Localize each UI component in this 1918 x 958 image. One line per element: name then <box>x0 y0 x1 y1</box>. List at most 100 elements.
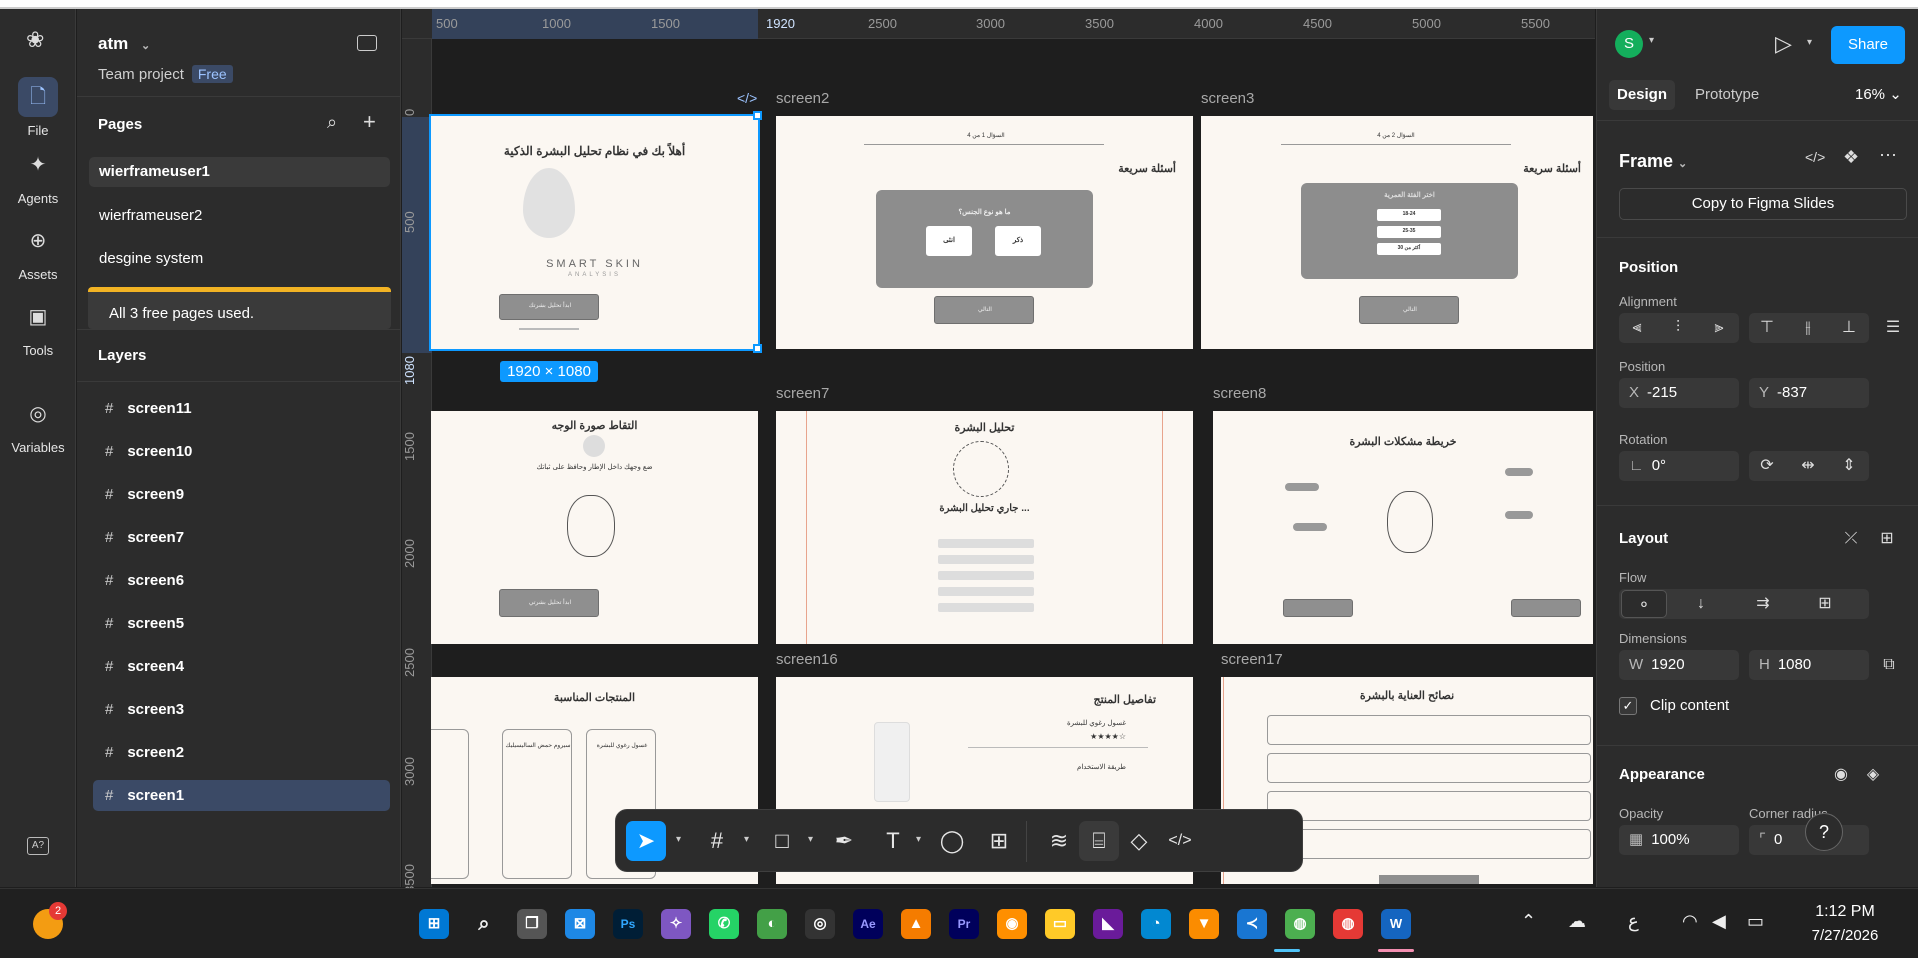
frame-label-screen3[interactable]: screen3 <box>1201 90 1254 107</box>
language-indicator[interactable]: ع <box>1628 911 1639 932</box>
layer-item[interactable]: # screen9 <box>93 479 390 510</box>
help-button[interactable]: ? <box>1805 813 1843 851</box>
after-effects-icon[interactable]: Ae <box>853 909 883 939</box>
brave-icon[interactable]: ▼ <box>1189 909 1219 939</box>
sidebar-toggle-icon[interactable] <box>357 35 377 51</box>
word-icon[interactable]: W <box>1381 909 1411 939</box>
dev-mode-tool-icon[interactable]: ⌸ <box>1079 821 1119 861</box>
layer-item[interactable]: # screen7 <box>93 522 390 553</box>
collapse-icon[interactable]: ⤫ <box>1835 524 1867 554</box>
frame-label-screen7[interactable]: screen7 <box>776 385 829 402</box>
page-item[interactable]: wierframeuser2 <box>89 201 390 231</box>
height-field[interactable]: H 1080 <box>1749 650 1869 680</box>
layer-item[interactable]: # screen5 <box>93 608 390 639</box>
actions-tool-icon[interactable]: ⊞ <box>979 821 1019 861</box>
frame-screen1[interactable]: أهلاً بك في نظام تحليل البشرة الذكية SMA… <box>429 114 760 351</box>
align-bottom-icon[interactable]: ⊥ <box>1833 313 1865 343</box>
align-center-h-icon[interactable]: ⫶ <box>1662 313 1694 343</box>
blender-icon[interactable]: ◉ <box>997 909 1027 939</box>
rail-variables[interactable]: ◎ Variables <box>0 394 76 455</box>
chevron-down-icon[interactable]: ▾ <box>1649 35 1654 46</box>
chevron-down-icon[interactable]: ▾ <box>1807 37 1812 48</box>
frame-screen2[interactable]: السؤال 1 من 4 أسئلة سريعة ما هو نوع الجن… <box>776 116 1193 349</box>
share-button[interactable]: Share <box>1831 26 1905 64</box>
search-icon[interactable]: ⌕ <box>327 112 337 133</box>
width-field[interactable]: W 1920 <box>1619 650 1739 680</box>
frame-label-screen17[interactable]: screen17 <box>1221 651 1283 668</box>
whatsapp-icon[interactable]: ✆ <box>709 909 739 939</box>
frame-label-screen2[interactable]: screen2 <box>776 90 829 107</box>
frame-face-capture[interactable]: التقاط صورة الوجه ضع وجهك داخل الإطار وح… <box>431 411 758 644</box>
flip-horizontal-icon[interactable]: ⇹ <box>1792 451 1824 481</box>
tab-design[interactable]: Design <box>1609 80 1675 110</box>
comment-tool-icon[interactable]: ◯ <box>932 821 972 861</box>
obs-icon[interactable]: ◎ <box>805 909 835 939</box>
constrain-proportions-icon[interactable]: ⧉ <box>1873 650 1905 680</box>
rail-file[interactable]: 🗋 File <box>0 77 76 138</box>
copy-to-slides-button[interactable]: Copy to Figma Slides <box>1619 188 1907 220</box>
layer-item[interactable]: # screen3 <box>93 694 390 725</box>
chevron-down-icon[interactable]: ▾ <box>744 834 749 845</box>
store-icon[interactable]: ⊠ <box>565 909 595 939</box>
rail-assets[interactable]: ⊕ Assets <box>0 221 76 282</box>
battery-icon[interactable]: ▭ <box>1747 911 1764 932</box>
page-item[interactable]: desgine system <box>89 244 390 274</box>
volume-icon[interactable]: ◀ <box>1712 911 1726 932</box>
x-position-field[interactable]: X -215 <box>1619 378 1739 408</box>
flip-vertical-icon[interactable]: ⇕ <box>1833 451 1865 481</box>
align-center-v-icon[interactable]: ⫲ <box>1792 313 1824 343</box>
chevron-down-icon[interactable]: ▾ <box>808 834 813 845</box>
project-name[interactable]: atm ⌄ <box>98 34 150 54</box>
layer-item-selected[interactable]: # screen1 <box>93 780 390 811</box>
chevron-down-icon[interactable]: ▾ <box>916 834 921 845</box>
rail-agents[interactable]: ✦ Agents <box>0 145 76 206</box>
more-options-icon[interactable]: ⋯ <box>1879 145 1897 166</box>
text-tool-icon[interactable]: T <box>873 821 913 861</box>
flow-grid-icon[interactable]: ⊞ <box>1809 589 1841 619</box>
clock-time[interactable]: 1:12 PM <box>1790 903 1900 921</box>
frame-screen3[interactable]: السؤال 2 من 4 أسئلة سريعة اختر الفئة الع… <box>1201 116 1593 349</box>
avatar[interactable]: S <box>1615 30 1643 58</box>
y-position-field[interactable]: Y -837 <box>1749 378 1869 408</box>
code-tool-icon[interactable]: </> <box>1160 821 1200 861</box>
page-item[interactable]: wierframeuser1 <box>89 157 390 187</box>
frame-label-screen16[interactable]: screen16 <box>776 651 838 668</box>
visual-studio-icon[interactable]: ◣ <box>1093 909 1123 939</box>
flow-freeform-icon[interactable]: ⚬ <box>1621 590 1667 618</box>
draw-tool-icon[interactable]: ≋ <box>1039 821 1079 861</box>
component-icon[interactable]: ❖ <box>1843 147 1859 168</box>
premiere-icon[interactable]: Pr <box>949 909 979 939</box>
vscode-icon[interactable]: ≺ <box>1237 909 1267 939</box>
layer-item[interactable]: # screen4 <box>93 651 390 682</box>
code-icon[interactable]: </> <box>1805 149 1825 165</box>
align-top-icon[interactable]: ⊤ <box>1751 313 1783 343</box>
tab-prototype[interactable]: Prototype <box>1695 80 1759 110</box>
pen-tool-icon[interactable]: ✒ <box>824 821 864 861</box>
rotate-icon[interactable]: ⟳ <box>1751 451 1783 481</box>
flow-vertical-icon[interactable]: ↓ <box>1685 589 1717 619</box>
opacity-field[interactable]: ▦ 100% <box>1619 825 1739 855</box>
chevron-up-icon[interactable]: ⌃ <box>1521 911 1536 932</box>
align-right-icon[interactable]: ⫸ <box>1703 313 1735 343</box>
clip-content-checkbox[interactable]: ✓ <box>1619 697 1637 715</box>
edge-icon[interactable]: ◔ <box>1141 909 1171 939</box>
zoom-level[interactable]: 16% ⌄ <box>1855 80 1902 110</box>
copilot-icon[interactable]: ✧ <box>661 909 691 939</box>
translate-icon[interactable]: A? <box>27 837 49 855</box>
layer-item[interactable]: # screen2 <box>93 737 390 768</box>
frame-screen8[interactable]: خريطة مشكلات البشرة <box>1213 411 1593 644</box>
frame-screen7[interactable]: تحليل البشرة جاري تحليل البشرة ... <box>776 411 1193 644</box>
resize-handle[interactable] <box>753 111 762 120</box>
rectangle-tool-icon[interactable]: □ <box>762 821 802 861</box>
resize-handle[interactable] <box>753 344 762 353</box>
explorer-icon[interactable]: ▭ <box>1045 909 1075 939</box>
move-tool-icon[interactable]: ➤ <box>626 821 666 861</box>
frame-label-screen8[interactable]: screen8 <box>1213 385 1266 402</box>
chrome-icon[interactable]: ◍ <box>1285 909 1315 939</box>
clock-date[interactable]: 7/27/2026 <box>1790 927 1900 944</box>
component-tool-icon[interactable]: ◇ <box>1119 821 1159 861</box>
visibility-eye-icon[interactable]: ◉ <box>1825 760 1857 790</box>
align-left-icon[interactable]: ⫷ <box>1621 313 1653 343</box>
layer-item[interactable]: # screen6 <box>93 565 390 596</box>
windows-start-icon[interactable]: ⊞ <box>419 909 449 939</box>
